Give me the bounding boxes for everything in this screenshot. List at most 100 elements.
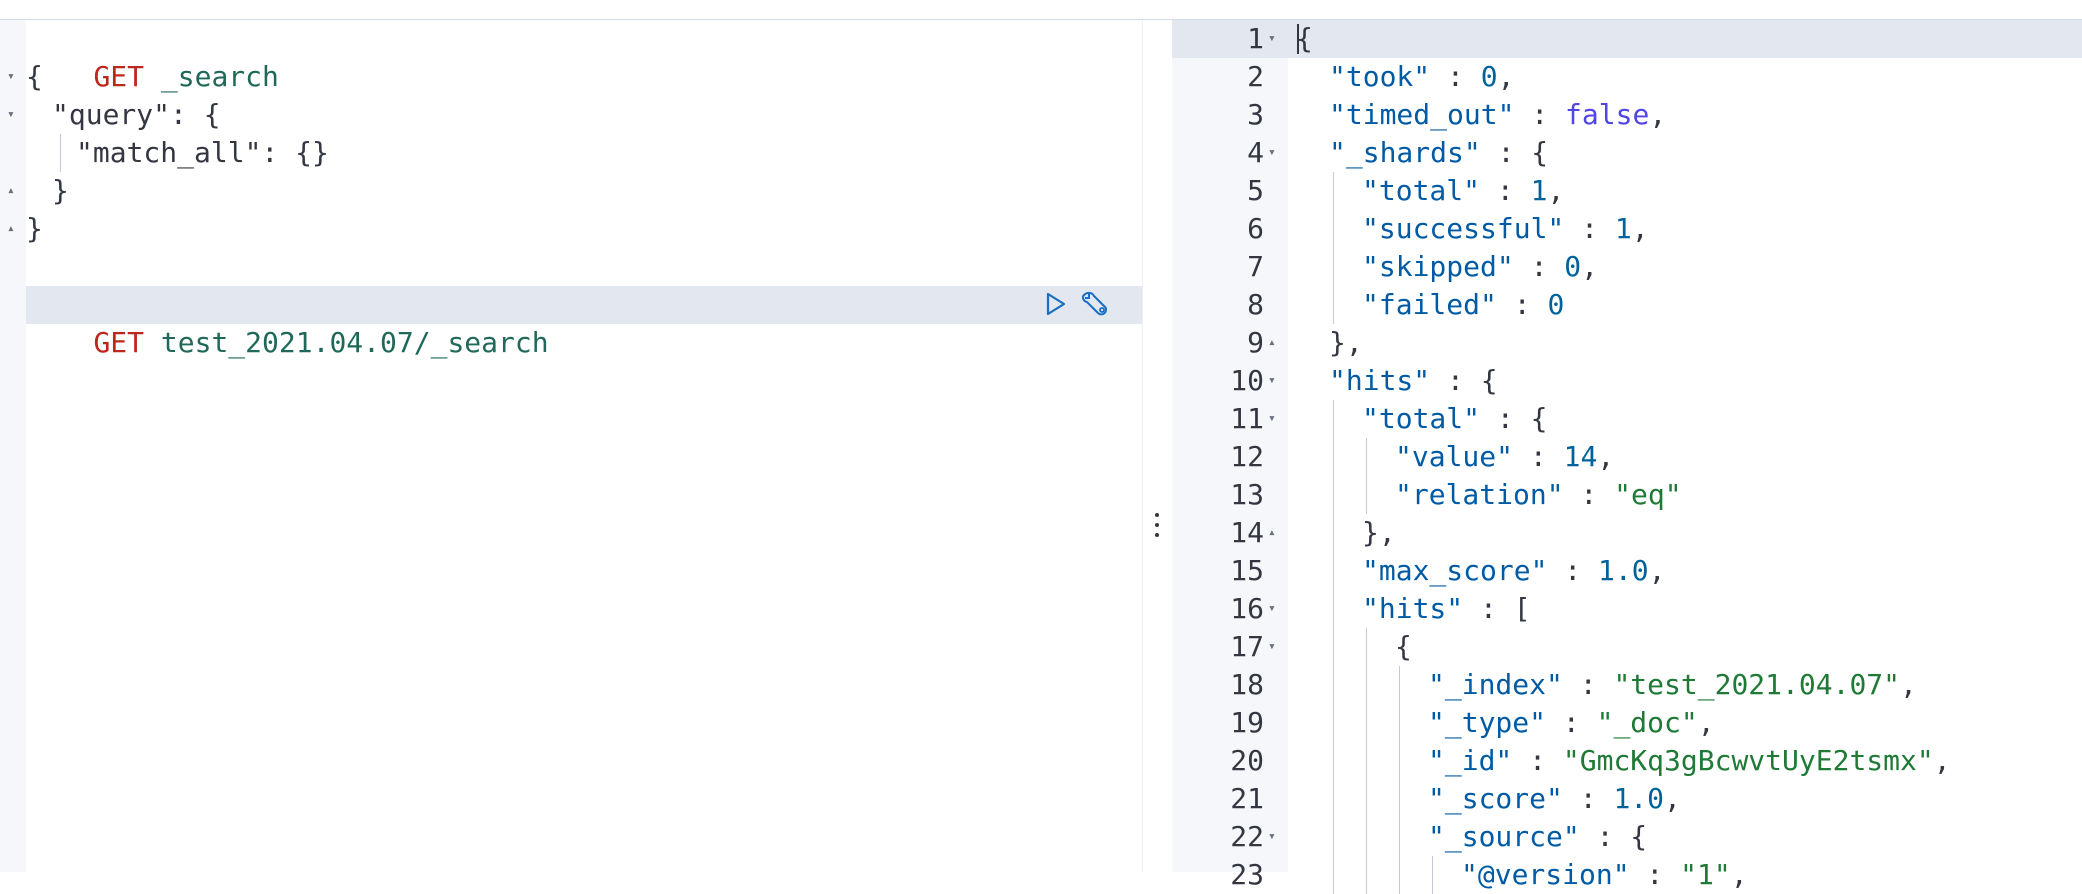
- fold-open-icon[interactable]: ▾: [7, 96, 15, 134]
- fold-close-icon[interactable]: ▴: [1268, 514, 1276, 552]
- code-text: "_source" : {: [1428, 820, 1648, 853]
- response-line[interactable]: "failed" : 0: [1362, 286, 1564, 324]
- request-editor[interactable]: GET _search { "query": { "match_all": {}…: [26, 20, 1142, 872]
- line-number: 18: [1230, 668, 1264, 701]
- code-text: "hits" : {: [1329, 364, 1498, 397]
- wrench-icon[interactable]: [1078, 289, 1108, 319]
- indent-guide: [1333, 552, 1334, 590]
- fold-close-icon[interactable]: ▴: [7, 210, 15, 248]
- indent-guide: [1333, 248, 1334, 286]
- indent-guide: [1333, 818, 1334, 856]
- request-method: GET: [93, 326, 145, 359]
- fold-open-icon[interactable]: ▾: [1268, 628, 1276, 666]
- line-number: 15: [1230, 554, 1264, 587]
- code-text: "failed" : 0: [1362, 288, 1565, 321]
- indent-guide: [1432, 856, 1433, 894]
- fold-open-icon[interactable]: ▾: [1268, 818, 1276, 856]
- request-line[interactable]: "query": {: [52, 96, 221, 134]
- indent-guide: [1399, 856, 1400, 894]
- indent-guide: [1399, 818, 1400, 856]
- request-line[interactable]: }: [52, 172, 69, 210]
- response-line[interactable]: "hits" : [: [1362, 590, 1531, 628]
- line-number: 11: [1230, 402, 1264, 435]
- line-number: 4: [1247, 136, 1264, 169]
- indent-guide: [1366, 742, 1367, 780]
- fold-open-icon[interactable]: ▾: [7, 58, 15, 96]
- response-line[interactable]: "successful" : 1,: [1362, 210, 1649, 248]
- response-line[interactable]: "total" : 1,: [1362, 172, 1564, 210]
- response-line[interactable]: {: [1395, 628, 1412, 666]
- line-number: 12: [1230, 440, 1264, 473]
- response-line[interactable]: "@version" : "1",: [1461, 856, 1748, 894]
- pane-divider: [1142, 20, 1173, 872]
- request-line-method-active[interactable]: GET test_2021.04.07/_search: [26, 286, 1142, 359]
- fold-open-icon[interactable]: ▾: [1268, 362, 1276, 400]
- resize-handle[interactable]: [1152, 513, 1162, 545]
- request-line[interactable]: }: [26, 210, 43, 248]
- line-number: 21: [1230, 782, 1264, 815]
- line-number: 7: [1247, 250, 1264, 283]
- fold-open-icon[interactable]: ▾: [1268, 134, 1276, 172]
- line-number: 17: [1230, 630, 1264, 663]
- code-text: },: [1329, 326, 1363, 359]
- line-number: 19: [1230, 706, 1264, 739]
- code-text: "_type" : "_doc",: [1428, 706, 1715, 739]
- fold-close-icon[interactable]: ▴: [1268, 324, 1276, 362]
- request-line-method[interactable]: GET _search: [26, 20, 278, 93]
- fold-close-icon[interactable]: ▴: [7, 172, 15, 210]
- code-text: "@version" : "1",: [1461, 858, 1748, 891]
- response-line[interactable]: "timed_out" : false,: [1329, 96, 1666, 134]
- response-line[interactable]: "_index" : "test_2021.04.07",: [1428, 666, 1917, 704]
- indent-guide: [1333, 856, 1334, 894]
- response-line[interactable]: "_source" : {: [1428, 818, 1647, 856]
- response-line[interactable]: "relation" : "eq": [1395, 476, 1682, 514]
- line-number: 23: [1230, 858, 1264, 891]
- response-line[interactable]: "total" : {: [1362, 400, 1547, 438]
- response-line[interactable]: "hits" : {: [1329, 362, 1498, 400]
- play-icon[interactable]: [1040, 289, 1070, 319]
- indent-guide: [1366, 704, 1367, 742]
- indent-guide: [1333, 172, 1334, 210]
- indent-guide: [1366, 856, 1367, 894]
- indent-guide: [1333, 780, 1334, 818]
- fold-open-icon[interactable]: ▾: [1268, 20, 1276, 58]
- indent-guide: [1366, 438, 1367, 476]
- code-text: "took" : 0,: [1329, 60, 1515, 93]
- response-line[interactable]: "_shards" : {: [1329, 134, 1548, 172]
- fold-open-icon[interactable]: ▾: [1268, 590, 1276, 628]
- fold-open-icon[interactable]: ▾: [1268, 400, 1276, 438]
- response-line[interactable]: "took" : 0,: [1329, 58, 1514, 96]
- response-line[interactable]: "_id" : "GmcKq3gBcwvtUyE2tsmx",: [1428, 742, 1951, 780]
- code-text: "match_all": {}: [76, 136, 329, 169]
- indent-guide: [1399, 704, 1400, 742]
- response-line[interactable]: "_type" : "_doc",: [1428, 704, 1715, 742]
- line-number: 13: [1230, 478, 1264, 511]
- code-text: "query": {: [52, 98, 221, 131]
- response-line[interactable]: "skipped" : 0,: [1362, 248, 1598, 286]
- code-text: "_id" : "GmcKq3gBcwvtUyE2tsmx",: [1428, 744, 1951, 777]
- response-line[interactable]: "max_score" : 1.0,: [1362, 552, 1665, 590]
- line-number: 3: [1247, 98, 1264, 131]
- indent-guide: [1366, 476, 1367, 514]
- response-line[interactable]: },: [1362, 514, 1396, 552]
- request-line[interactable]: "match_all": {}: [76, 134, 329, 172]
- code-text: {: [1296, 22, 1313, 55]
- line-number: 5: [1247, 174, 1264, 207]
- response-line[interactable]: "value" : 14,: [1395, 438, 1614, 476]
- indent-guide: [1333, 666, 1334, 704]
- indent-guide: [1333, 514, 1334, 552]
- indent-guide: [1366, 818, 1367, 856]
- code-text: "total" : 1,: [1362, 174, 1565, 207]
- indent-guide: [1333, 438, 1334, 476]
- indent-guide: [1366, 780, 1367, 818]
- indent-guide: [1366, 628, 1367, 666]
- response-line[interactable]: },: [1329, 324, 1363, 362]
- request-line[interactable]: {: [26, 58, 43, 96]
- response-line[interactable]: {: [1296, 20, 1313, 58]
- code-text: "_shards" : {: [1329, 136, 1549, 169]
- line-number: 16: [1230, 592, 1264, 625]
- indent-guide: [1399, 666, 1400, 704]
- indent-guide: [1399, 780, 1400, 818]
- response-line[interactable]: "_score" : 1.0,: [1428, 780, 1681, 818]
- code-text: "timed_out" : false,: [1329, 98, 1667, 131]
